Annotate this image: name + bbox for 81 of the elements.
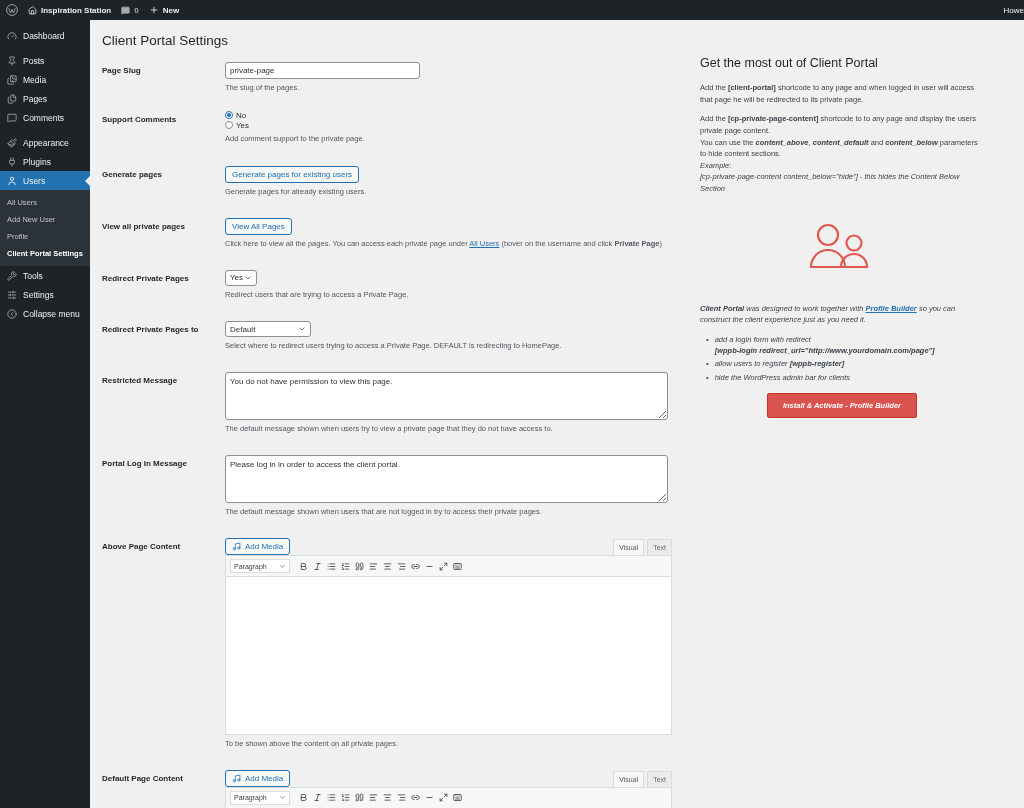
fullscreen-icon[interactable] xyxy=(439,561,448,571)
new-link[interactable]: New xyxy=(162,5,180,15)
setting-label: View all private pages xyxy=(102,220,186,233)
chevron-down-icon xyxy=(279,562,286,570)
radio-icon[interactable] xyxy=(225,121,233,130)
action-button[interactable]: View All Pages xyxy=(225,217,292,235)
user-icon xyxy=(7,175,17,186)
quote-icon[interactable] xyxy=(355,561,364,571)
settings-icon xyxy=(7,289,17,300)
add-media-button[interactable]: Add Media xyxy=(225,769,291,787)
menu-item[interactable]: Appearance xyxy=(0,133,90,152)
setting-label: Portal Log In Message xyxy=(102,458,188,471)
numbered-list-icon[interactable] xyxy=(341,561,350,571)
bold-icon[interactable] xyxy=(299,793,308,803)
numbered-list-icon[interactable] xyxy=(341,793,350,803)
brush-icon xyxy=(7,137,17,148)
plug-icon xyxy=(7,156,17,167)
align-right-icon[interactable] xyxy=(397,561,406,571)
menu-item[interactable]: Comments xyxy=(0,108,90,127)
align-center-icon[interactable] xyxy=(383,561,392,571)
setting-label: Default Page Content xyxy=(102,772,184,785)
page-title: Client Portal Settings xyxy=(102,33,230,48)
menu-item[interactable]: Settings xyxy=(0,285,90,304)
setting-label: Restricted Message xyxy=(102,375,179,388)
setting-label: Redirect Private Pages xyxy=(102,272,190,285)
message-field[interactable]: You do not have permission to view this page. xyxy=(225,372,668,421)
align-left-icon[interactable] xyxy=(369,561,378,571)
align-center-icon[interactable] xyxy=(383,793,392,803)
bullet-list-icon[interactable] xyxy=(327,793,336,803)
action-button[interactable]: Generate pages for existing users xyxy=(225,165,360,183)
menu-item[interactable]: Tools xyxy=(0,266,90,285)
pages-icon xyxy=(7,93,17,104)
setting-label: Above Page Content xyxy=(102,541,182,553)
menu-item[interactable]: Plugins xyxy=(0,152,90,171)
logo-icon[interactable] xyxy=(6,4,18,16)
toolbar-toggle-icon[interactable] xyxy=(453,561,462,571)
menu-item[interactable]: Pages xyxy=(0,89,90,108)
radio-option[interactable]: No xyxy=(225,110,250,120)
wrench-icon xyxy=(7,270,17,281)
home-icon[interactable] xyxy=(28,5,37,15)
dropdown[interactable]: Default xyxy=(225,321,311,338)
setting-label: Page Slug xyxy=(102,65,142,77)
radio-icon[interactable] xyxy=(225,111,233,120)
menu-item[interactable]: Posts xyxy=(0,51,90,70)
add-media-button[interactable]: Add Media xyxy=(225,538,291,555)
dropdown[interactable]: Yes xyxy=(225,269,257,286)
align-left-icon[interactable] xyxy=(369,793,378,803)
pin-icon xyxy=(7,55,17,66)
align-right-icon[interactable] xyxy=(397,793,406,803)
toolbar-toggle-icon[interactable] xyxy=(453,793,462,803)
comment-count: 0 xyxy=(134,5,139,15)
comment-icon xyxy=(7,112,17,123)
menu-item[interactable]: Collapse menu xyxy=(0,304,90,323)
fullscreen-icon[interactable] xyxy=(439,793,448,803)
dashboard-icon xyxy=(7,30,17,41)
menu-item[interactable]: Users xyxy=(0,171,90,190)
media-icon xyxy=(232,542,241,551)
setting-label: Support Comments xyxy=(102,113,178,126)
quote-icon[interactable] xyxy=(355,793,364,803)
setting-label: Redirect Private Pages to xyxy=(102,324,200,337)
chevron-down-icon xyxy=(279,794,286,802)
italic-icon[interactable] xyxy=(313,561,322,571)
slug-field[interactable]: private-page xyxy=(225,62,420,79)
comment-icon[interactable] xyxy=(121,5,131,15)
greeting-text[interactable]: Howe xyxy=(1003,5,1024,15)
link-icon[interactable] xyxy=(411,793,420,803)
italic-icon[interactable] xyxy=(313,793,322,803)
link-icon[interactable] xyxy=(411,561,420,571)
plus-icon[interactable] xyxy=(148,5,159,15)
radio-option[interactable]: Yes xyxy=(225,120,250,130)
promo-heading: Get the most out of Client Portal xyxy=(700,56,879,70)
bullet-list-icon[interactable] xyxy=(327,561,336,571)
media-icon xyxy=(7,74,17,85)
media-icon xyxy=(232,773,241,783)
site-name-link[interactable]: Inspiration Station xyxy=(41,5,112,15)
menu-item[interactable]: Media xyxy=(0,70,90,89)
collapse-icon xyxy=(7,308,17,319)
menu-item[interactable]: Dashboard xyxy=(0,26,90,45)
bold-icon[interactable] xyxy=(299,561,308,571)
message-field[interactable]: Please log in in order to access the client portal. xyxy=(225,455,668,504)
setting-label: Generate pages xyxy=(102,168,164,181)
